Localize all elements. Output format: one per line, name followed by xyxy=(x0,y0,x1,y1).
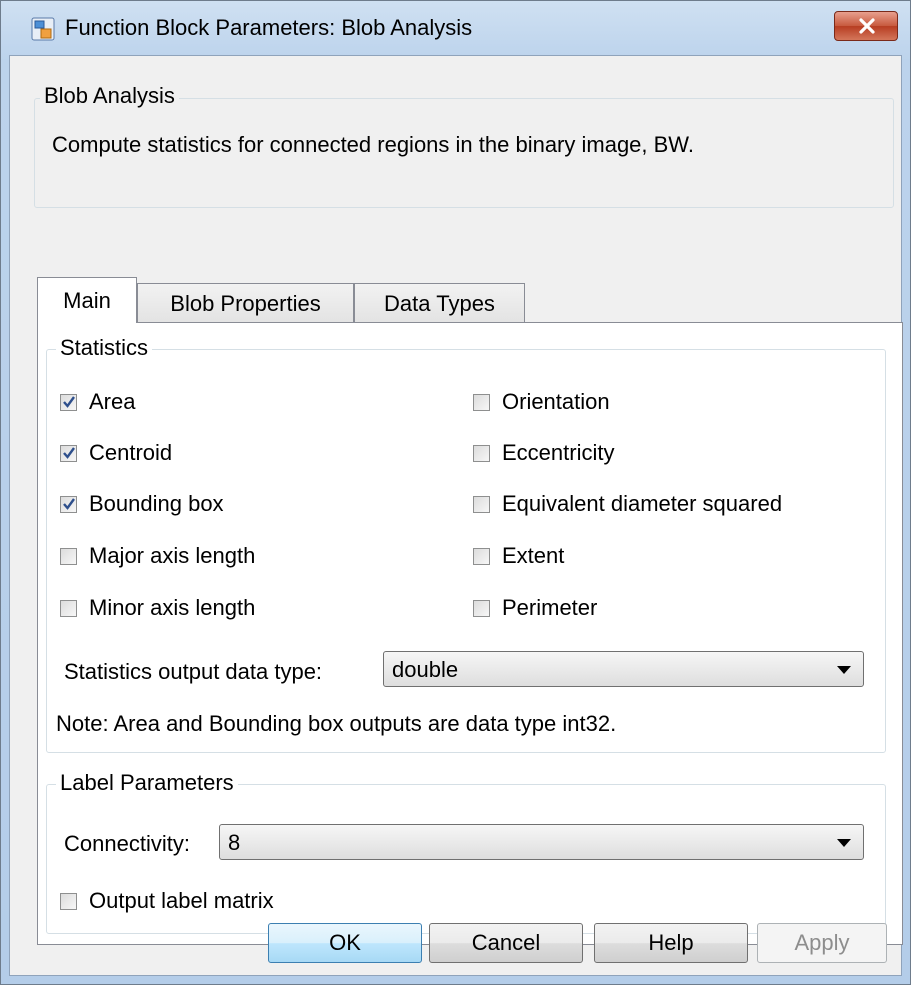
close-icon xyxy=(859,18,875,34)
checkbox-box[interactable] xyxy=(60,393,77,411)
checkbox-box[interactable] xyxy=(473,393,490,411)
checkbox-box[interactable] xyxy=(60,892,77,910)
connectivity-label: Connectivity: xyxy=(64,831,190,856)
statistics-legend: Statistics xyxy=(56,335,153,361)
checkbox-box[interactable] xyxy=(60,444,77,462)
help-button[interactable]: Help xyxy=(594,923,748,963)
checkbox-label: Eccentricity xyxy=(502,440,615,465)
checkbox-label: Minor axis length xyxy=(89,595,256,620)
cancel-button[interactable]: Cancel xyxy=(429,923,583,963)
apply-button[interactable]: Apply xyxy=(757,923,887,963)
checkmark-icon xyxy=(63,446,75,459)
checkbox-label: Major axis length xyxy=(89,543,256,568)
checkbox-box[interactable] xyxy=(60,599,77,617)
tab-blob-properties[interactable]: Blob Properties xyxy=(137,283,354,323)
window-title: Function Block Parameters: Blob Analysis xyxy=(65,15,473,40)
blob-analysis-legend: Blob Analysis xyxy=(40,83,179,109)
dialog-window: Function Block Parameters: Blob Analysis… xyxy=(0,0,911,985)
checkbox-box[interactable] xyxy=(473,599,490,617)
extent-checkbox[interactable]: Extent xyxy=(473,543,564,569)
checkbox-box[interactable] xyxy=(60,495,77,513)
select-value: double xyxy=(392,657,459,682)
label-parameters-legend: Label Parameters xyxy=(56,770,238,796)
checkbox-label: Extent xyxy=(502,543,565,568)
perimeter-checkbox[interactable]: Perimeter xyxy=(473,595,597,621)
simulink-block-icon xyxy=(31,17,55,41)
main-tab-panel: Statistics Area Centroid Bounding box Ma… xyxy=(37,322,903,945)
checkbox-label: Orientation xyxy=(502,389,610,414)
checkbox-label: Output label matrix xyxy=(89,888,274,913)
minor-axis-length-checkbox[interactable]: Minor axis length xyxy=(60,595,255,621)
statistics-output-type-label: Statistics output data type: xyxy=(64,659,323,684)
checkbox-box[interactable] xyxy=(473,547,490,565)
checkbox-box[interactable] xyxy=(473,444,490,462)
eccentricity-checkbox[interactable]: Eccentricity xyxy=(473,440,614,466)
statistics-output-type-select[interactable]: double xyxy=(383,651,864,687)
title-bar[interactable]: Function Block Parameters: Blob Analysis xyxy=(1,1,910,55)
orientation-checkbox[interactable]: Orientation xyxy=(473,389,610,415)
area-checkbox[interactable]: Area xyxy=(60,389,135,415)
checkbox-box[interactable] xyxy=(473,495,490,513)
block-description: Compute statistics for connected regions… xyxy=(52,132,694,157)
output-label-matrix-checkbox[interactable]: Output label matrix xyxy=(60,888,274,914)
dialog-client-area: Blob Analysis Compute statistics for con… xyxy=(9,55,903,976)
select-value: 8 xyxy=(228,830,241,855)
connectivity-select[interactable]: 8 xyxy=(219,824,864,860)
tab-main[interactable]: Main xyxy=(37,277,137,323)
data-type-note: Note: Area and Bounding box outputs are … xyxy=(56,711,617,736)
checkmark-icon xyxy=(63,497,75,510)
ok-button[interactable]: OK xyxy=(268,923,422,963)
checkbox-box[interactable] xyxy=(60,547,77,565)
checkbox-label: Centroid xyxy=(89,440,173,465)
close-button[interactable] xyxy=(834,11,898,41)
centroid-checkbox[interactable]: Centroid xyxy=(60,440,172,466)
checkbox-label: Bounding box xyxy=(89,491,224,516)
checkbox-label: Equivalent diameter squared xyxy=(502,491,783,516)
checkbox-label: Perimeter xyxy=(502,595,598,620)
equivalent-diameter-squared-checkbox[interactable]: Equivalent diameter squared xyxy=(473,491,782,517)
tab-data-types[interactable]: Data Types xyxy=(354,283,525,323)
checkbox-label: Area xyxy=(89,389,136,414)
checkmark-icon xyxy=(63,395,75,408)
bounding-box-checkbox[interactable]: Bounding box xyxy=(60,491,224,517)
chevron-down-icon xyxy=(837,666,851,674)
chevron-down-icon xyxy=(837,839,851,847)
major-axis-length-checkbox[interactable]: Major axis length xyxy=(60,543,255,569)
